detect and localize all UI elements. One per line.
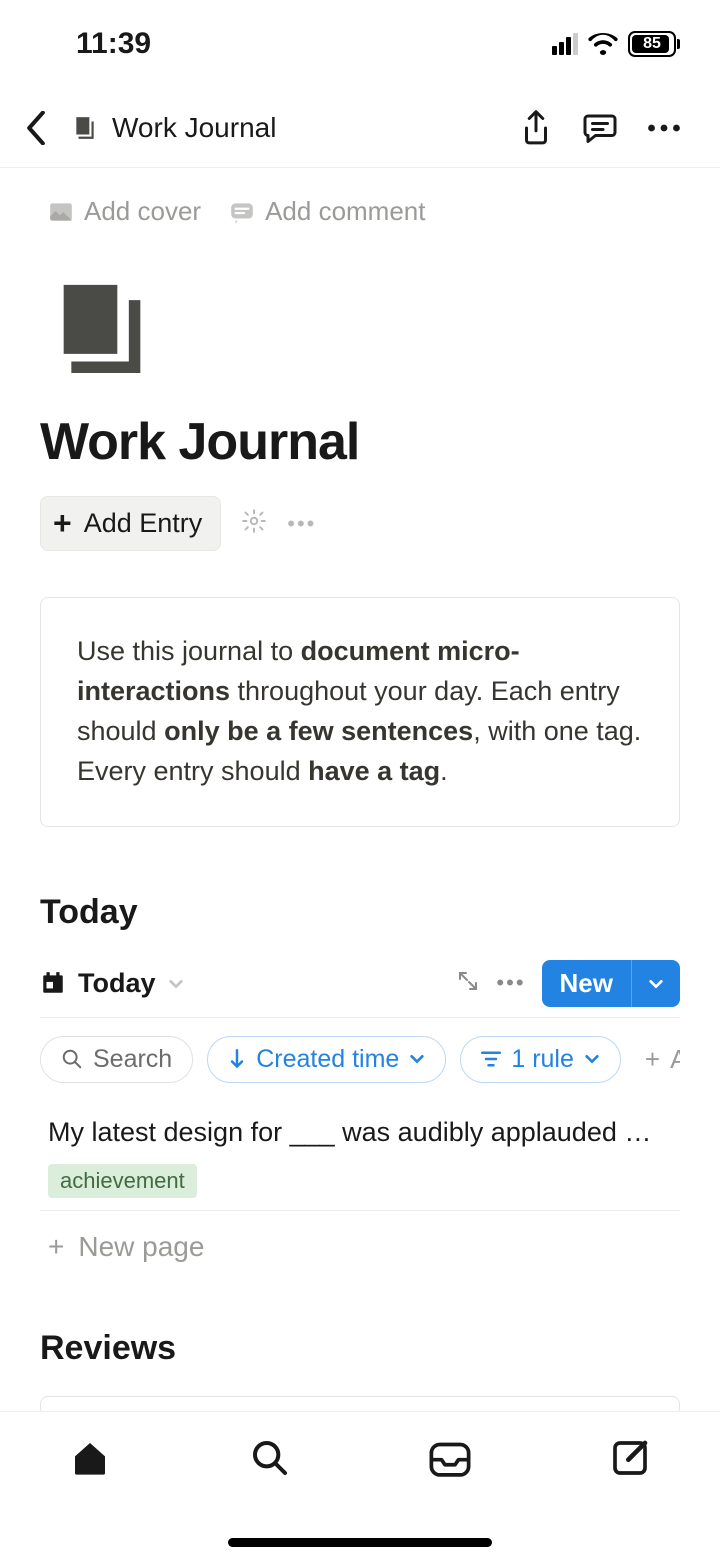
page-icon[interactable]	[40, 235, 680, 390]
breadcrumb-label: Work Journal	[112, 112, 276, 144]
top-nav: Work Journal	[0, 88, 720, 168]
comment-icon	[229, 199, 255, 225]
view-options-button[interactable]: •••	[496, 970, 525, 996]
add-filter-button[interactable]: + Add fi	[635, 1044, 680, 1075]
add-entry-label: Add Entry	[84, 508, 203, 539]
back-button[interactable]	[16, 108, 56, 148]
comments-button[interactable]	[576, 104, 624, 152]
new-page-button[interactable]: + New page	[40, 1211, 680, 1263]
add-comment-button[interactable]: Add comment	[229, 196, 425, 227]
breadcrumb[interactable]: Work Journal	[72, 112, 276, 144]
chevron-down-icon	[168, 968, 184, 999]
battery-icon: 85	[628, 31, 680, 57]
new-dropdown[interactable]	[631, 960, 680, 1007]
settings-button[interactable]	[241, 508, 267, 539]
more-options-button[interactable]: •••	[287, 511, 316, 537]
search-icon	[61, 1048, 83, 1070]
cellular-signal-icon	[552, 33, 578, 55]
share-button[interactable]	[512, 104, 560, 152]
filter-icon	[481, 1050, 501, 1068]
search-button[interactable]: Search	[40, 1036, 193, 1083]
plus-icon: +	[53, 505, 72, 542]
today-view-tab[interactable]: Today	[40, 968, 184, 999]
search-tab[interactable]	[246, 1434, 294, 1482]
description-callout[interactable]: Use this journal to document micro-inter…	[40, 597, 680, 827]
inbox-icon	[428, 1439, 472, 1477]
rule-label: 1 rule	[511, 1045, 574, 1074]
search-icon	[250, 1438, 290, 1478]
status-bar: 11:39 85	[0, 0, 720, 88]
wifi-icon	[588, 33, 618, 55]
status-icons: 85	[552, 31, 680, 57]
new-button[interactable]: New	[542, 960, 680, 1007]
today-tab-label: Today	[78, 968, 156, 999]
compose-icon	[610, 1438, 650, 1478]
entry-tag[interactable]: achievement	[48, 1164, 197, 1198]
sort-label: Created time	[256, 1045, 399, 1074]
filter-rule[interactable]: 1 rule	[460, 1036, 621, 1083]
image-icon	[48, 199, 74, 225]
inbox-tab[interactable]	[426, 1434, 474, 1482]
journal-large-icon	[56, 281, 148, 373]
expand-icon	[456, 969, 480, 993]
reviews-heading: Reviews	[40, 1263, 680, 1368]
add-cover-label: Add cover	[84, 196, 201, 227]
chevron-down-icon	[584, 1051, 600, 1067]
plus-icon: +	[645, 1044, 660, 1075]
new-page-label: New page	[78, 1231, 204, 1263]
status-time: 11:39	[76, 27, 151, 61]
home-tab[interactable]	[66, 1434, 114, 1482]
page-title[interactable]: Work Journal	[40, 390, 680, 482]
journal-icon	[72, 115, 98, 141]
gear-icon	[241, 508, 267, 534]
home-icon	[70, 1438, 110, 1478]
more-button[interactable]	[640, 104, 688, 152]
sort-created-time[interactable]: Created time	[207, 1036, 446, 1083]
expand-button[interactable]	[456, 969, 480, 998]
chevron-down-icon	[648, 976, 664, 992]
plus-icon: +	[48, 1231, 64, 1263]
today-heading: Today	[40, 827, 680, 932]
home-indicator	[228, 1538, 492, 1547]
journal-entry[interactable]: My latest design for ___ was audibly app…	[40, 1095, 680, 1211]
search-label: Search	[93, 1045, 172, 1074]
add-entry-button[interactable]: + Add Entry	[40, 496, 221, 551]
compose-tab[interactable]	[606, 1434, 654, 1482]
bottom-nav	[0, 1411, 720, 1561]
arrow-down-icon	[228, 1049, 246, 1069]
calendar-icon	[40, 970, 66, 996]
entry-title: My latest design for ___ was audibly app…	[48, 1117, 680, 1164]
add-filter-label: Add fi	[670, 1044, 680, 1075]
chevron-down-icon	[409, 1051, 425, 1067]
add-comment-label: Add comment	[265, 196, 425, 227]
add-cover-button[interactable]: Add cover	[48, 196, 201, 227]
